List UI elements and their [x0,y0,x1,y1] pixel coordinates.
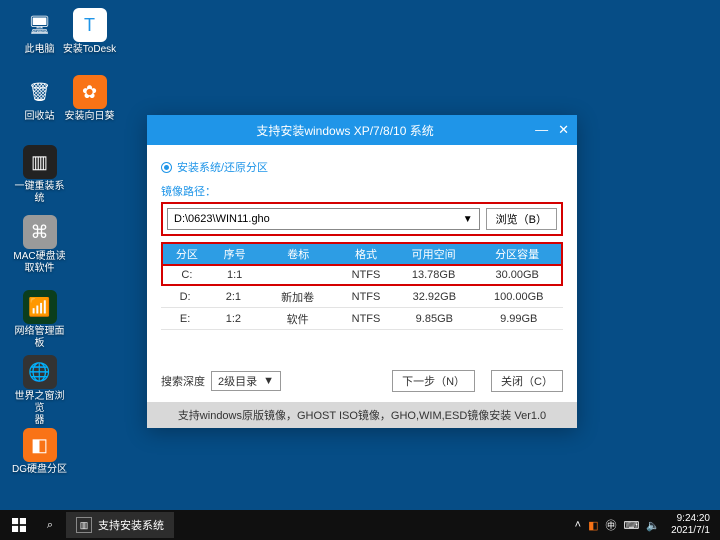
search-icon[interactable]: ⌕ [38,519,62,532]
minimize-icon[interactable]: — [535,122,548,138]
cell-c3: 软件 [257,311,337,327]
table-row[interactable]: D:2:1新加卷NTFS32.92GB100.00GB [161,286,563,308]
tray-ime-icon[interactable]: ㊥ [605,517,616,533]
mac-disk-read-icon: ⌘ [23,215,57,249]
radio-backup[interactable]: 备份系统/GHO,WIN,ESD [290,159,428,175]
image-path-value: D:\0623\WIN11.gho [174,213,270,225]
one-click-reinstall-icon: ▥ [23,145,57,179]
image-path-combobox[interactable]: D:\0623\WIN11.gho ▼ [167,208,480,230]
tray-time: 9:24:20 [671,513,710,525]
radio-label: 备份系统/GHO,WIN,ESD [306,159,428,175]
close-button[interactable]: 关闭（C） [491,370,563,392]
cell-c3: 新加卷 [257,289,337,305]
desktop-icon-world-window[interactable]: 🌐世界之窗浏览器 [12,355,67,427]
table-row[interactable]: E:1:2软件NTFS9.85GB9.99GB [161,308,563,330]
world-window-icon: 🌐 [23,355,57,389]
next-button[interactable]: 下一步（N） [392,370,475,392]
cell-c6: 9.99GB [475,313,563,325]
desktop-icon-label: MAC硬盘读取软件 [13,251,65,275]
table-row[interactable]: C:1:1 NTFS13.78GB30.00GB [161,264,563,286]
taskbar: ⌕ ▥ 支持安装系统 ˄ ◧ ㊥ ⌨ 🔈 9:24:20 2021/7/1 [0,510,720,540]
col-free: 可用空间 [394,246,474,262]
chevron-down-icon: ▼ [263,375,274,387]
app-icon: ▥ [76,517,92,533]
this-pc-icon: 🖥 [23,8,57,42]
cell-c1: E: [161,313,209,325]
todesk-icon: T [73,8,107,42]
col-size: 分区容量 [473,246,561,262]
cell-c4: NTFS [338,313,394,325]
radio-dot-icon [161,162,172,173]
tray-date: 2021/7/1 [671,525,710,537]
cell-c2: 1:2 [209,313,257,325]
table-header: 分区 序号 卷标 格式 可用空间 分区容量 [161,242,563,264]
path-row-highlight: D:\0623\WIN11.gho ▼ 浏览（B） [161,202,563,236]
sunflower-icon: ✿ [73,75,107,109]
cell-c6: 30.00GB [473,269,561,281]
cell-c2: 1:1 [211,269,259,281]
start-button[interactable] [0,510,38,540]
search-depth-value: 2级目录 [218,373,257,389]
cell-c1: C: [163,269,211,281]
partition-table: 分区 序号 卷标 格式 可用空间 分区容量 C:1:1NTFS13.78GB30… [161,242,563,330]
tray-keyboard-icon[interactable]: ⌨ [623,519,639,532]
desktop-icon-todesk[interactable]: T 安装ToDesk [62,8,117,56]
desktop-icon-label: DG硬盘分区 [12,464,67,476]
recycle-icon: 🗑 [23,75,57,109]
cell-c4: NTFS [338,269,394,281]
cell-c5: 9.85GB [394,313,474,325]
taskbar-app-button[interactable]: ▥ 支持安装系统 [66,512,174,538]
window-title: 支持安装windows XP/7/8/10 系统 [155,122,535,139]
desktop-icon-label: 此电脑 [25,44,55,56]
desktop-icon-recycle[interactable]: 🗑 回收站 [12,75,67,123]
desktop-icon-sunflower[interactable]: ✿ 安装向日葵 [62,75,117,123]
dg-partition-icon: ◧ [23,428,57,462]
cell-c1: D: [161,291,209,303]
tray-app-icon[interactable]: ◧ [588,519,598,532]
desktop-icon-label: 网络管理面板 [12,326,67,350]
taskbar-app-label: 支持安装系统 [98,517,164,533]
tray-volume-icon[interactable]: 🔈 [646,519,660,532]
desktop-icon-net-manage[interactable]: 📶网络管理面板 [12,290,67,350]
cell-c6: 100.00GB [475,291,563,303]
tray-up-icon[interactable]: ˄ [575,519,581,531]
desktop-icon-this-pc[interactable]: 🖥 此电脑 [12,8,67,56]
desktop-icon-label: 世界之窗浏览器 [12,391,67,427]
net-manage-icon: 📶 [23,290,57,324]
search-depth-select[interactable]: 2级目录 ▼ [211,371,281,391]
windows-icon [12,518,26,532]
titlebar: 支持安装windows XP/7/8/10 系统 — ✕ [147,115,577,145]
desktop-icon-label: 回收站 [25,111,55,123]
cell-c2: 2:1 [209,291,257,303]
chevron-down-icon: ▼ [463,214,473,225]
desktop-icon-label: 一键重装系统 [12,181,67,205]
desktop-icon-label: 安装向日葵 [65,111,115,123]
col-label: 卷标 [259,246,339,262]
radio-install-restore[interactable]: 安装系统/还原分区 [161,159,268,175]
window-footer: 支持windows原版镜像，GHOST ISO镜像，GHO,WIM,ESD镜像安… [147,402,577,428]
cell-c4: NTFS [338,291,394,303]
search-depth-label: 搜索深度 [161,373,205,389]
col-index: 序号 [211,246,259,262]
cell-c5: 32.92GB [394,291,474,303]
installer-window: 支持安装windows XP/7/8/10 系统 — ✕ 安装系统/还原分区 备… [147,115,577,428]
desktop-icon-dg-partition[interactable]: ◧ DG硬盘分区 [12,428,67,476]
browse-button[interactable]: 浏览（B） [486,208,557,230]
image-path-label: 镜像路径： [161,183,563,199]
radio-label: 安装系统/还原分区 [177,159,268,175]
col-format: 格式 [338,246,394,262]
radio-dot-icon [290,162,301,173]
col-partition: 分区 [163,246,211,262]
desktop-icon-mac-disk-read[interactable]: ⌘MAC硬盘读取软件 [12,215,67,275]
cell-c5: 13.78GB [394,269,474,281]
close-icon[interactable]: ✕ [558,122,569,138]
tray-clock[interactable]: 9:24:20 2021/7/1 [667,513,714,537]
desktop-icon-one-click-reinstall[interactable]: ▥一键重装系统 [12,145,67,205]
desktop-icon-label: 安装ToDesk [63,44,116,56]
